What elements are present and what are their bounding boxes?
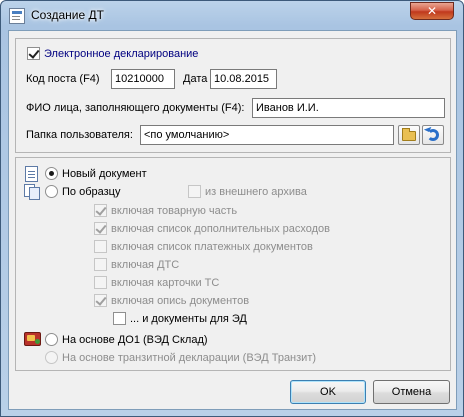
ed-documents-checkbox[interactable] [113, 312, 126, 325]
external-archive-label: из внешнего архива [205, 186, 307, 198]
fio-label: ФИО лица, заполняющего документы (F4): [26, 102, 245, 114]
option-label: включая товарную часть [111, 205, 238, 217]
cancel-button[interactable]: Отмена [373, 380, 450, 404]
documents-icon [24, 184, 40, 200]
dialog-window: Создание ДТ ✕ Электронное декларирование… [0, 0, 464, 417]
ok-button[interactable]: OK [290, 380, 366, 404]
external-archive-checkbox[interactable] [188, 185, 201, 198]
based-on-d01-radio[interactable] [45, 333, 58, 346]
based-on-transit-label: На основе транзитной декларации (ВЭД Тра… [62, 352, 317, 364]
undo-icon [427, 129, 439, 141]
app-icon [9, 8, 25, 24]
by-sample-label[interactable]: По образцу [62, 186, 120, 198]
include-payment-docs-checkbox[interactable] [94, 240, 107, 253]
close-icon: ✕ [426, 4, 438, 18]
d01-icon [24, 332, 41, 346]
document-icon [25, 166, 38, 182]
option-label: включая опись документов [111, 295, 250, 307]
folder-icon [402, 128, 416, 141]
include-vehicle-cards-checkbox[interactable] [94, 276, 107, 289]
include-extra-expenses-checkbox[interactable] [94, 222, 107, 235]
date-input[interactable]: 10.08.2015 [210, 69, 277, 89]
user-folder-label: Папка пользователя: [26, 129, 133, 141]
date-label: Дата [183, 73, 208, 85]
close-button[interactable]: ✕ [410, 2, 454, 20]
option-label: включая список дополнительных расходов [111, 223, 331, 235]
option-label: включая карточки ТС [111, 277, 220, 289]
option-label: включая ДТС [111, 259, 180, 271]
title-bar[interactable]: Создание ДТ ✕ [1, 1, 463, 29]
post-code-input[interactable]: 10210000 [111, 69, 175, 89]
user-folder-input[interactable]: <по умолчанию> [140, 125, 394, 145]
include-goods-checkbox[interactable] [94, 204, 107, 217]
include-doc-inventory-checkbox[interactable] [94, 294, 107, 307]
e-declaration-checkbox[interactable] [27, 47, 40, 60]
option-label: включая список платежных документов [111, 241, 313, 253]
document-source-group: Новый документ По образцу из внешнего ар… [15, 157, 451, 371]
new-document-label[interactable]: Новый документ [62, 168, 147, 180]
reset-folder-button[interactable] [422, 125, 444, 145]
post-code-label: Код поста (F4) [26, 73, 100, 85]
based-on-transit-radio[interactable] [45, 351, 58, 364]
window-title: Создание ДТ [31, 8, 104, 22]
ed-documents-label[interactable]: ... и документы для ЭД [130, 313, 247, 325]
include-dts-checkbox[interactable] [94, 258, 107, 271]
declaration-settings-group: Электронное декларирование Код поста (F4… [15, 38, 451, 153]
by-sample-radio[interactable] [45, 185, 58, 198]
e-declaration-label[interactable]: Электронное декларирование [44, 48, 198, 60]
fio-input[interactable]: Иванов И.И. [252, 98, 445, 118]
browse-folder-button[interactable] [398, 125, 420, 145]
dialog-client-area: Электронное декларирование Код поста (F4… [8, 30, 457, 410]
based-on-d01-label[interactable]: На основе ДО1 (ВЭД Склад) [62, 334, 208, 346]
new-document-radio[interactable] [45, 167, 58, 180]
